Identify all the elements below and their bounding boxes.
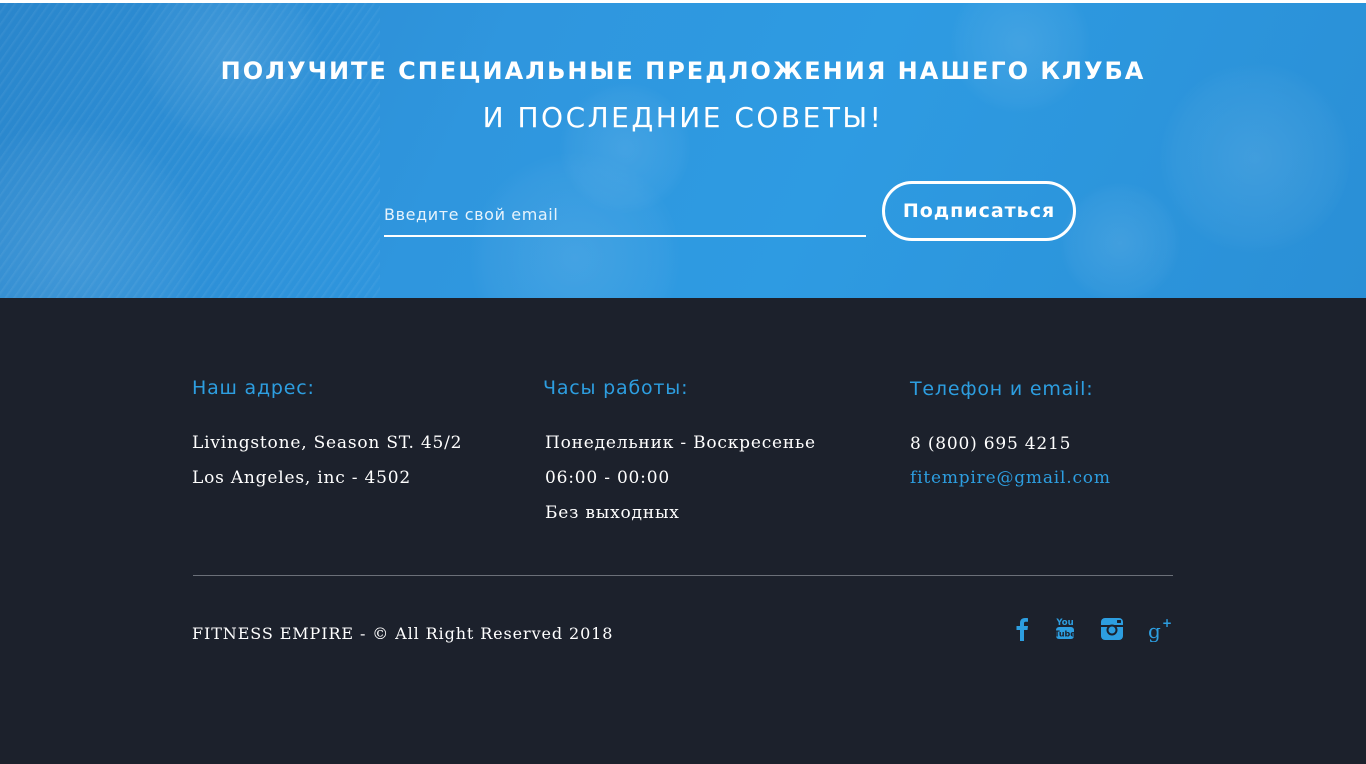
address-title: Наш адрес: <box>192 377 315 399</box>
subscribe-button[interactable]: Подписаться <box>882 181 1076 241</box>
phone-number[interactable]: 8 (800) 695 4215 <box>910 434 1071 454</box>
hours-line: Понедельник - Воскресенье <box>545 433 816 453</box>
copyright-text: FITNESS EMPIRE - © All Right Reserved 20… <box>192 624 614 643</box>
footer-divider <box>193 575 1173 576</box>
hours-title: Часы работы: <box>543 377 689 399</box>
email-link[interactable]: fitempire@gmail.com <box>910 468 1111 488</box>
address-line: Los Angeles, inc - 4502 <box>192 468 411 488</box>
hours-line: Без выходных <box>545 503 680 523</box>
svg-text:g: g <box>1148 619 1161 642</box>
bokeh-circle <box>1060 183 1180 298</box>
newsletter-title: ПОЛУЧИТЕ СПЕЦИАЛЬНЫЕ ПРЕДЛОЖЕНИЯ НАШЕГО … <box>220 57 1146 85</box>
google-plus-icon[interactable]: g + <box>1146 614 1176 644</box>
svg-text:You: You <box>1055 618 1073 628</box>
address-line: Livingstone, Season ST. 45/2 <box>192 433 463 453</box>
email-input[interactable] <box>384 193 866 237</box>
hours-line: 06:00 - 00:00 <box>545 468 670 488</box>
facebook-icon[interactable] <box>1007 614 1037 644</box>
youtube-icon[interactable]: You Tube <box>1050 614 1080 644</box>
instagram-icon[interactable] <box>1097 614 1127 644</box>
newsletter-subtitle: И ПОСЛЕДНИЕ СОВЕТЫ! <box>482 101 884 134</box>
svg-text:Tube: Tube <box>1055 630 1075 639</box>
bokeh-circle <box>1160 63 1350 253</box>
svg-text:+: + <box>1162 616 1172 630</box>
contact-title: Телефон и email: <box>910 378 1094 400</box>
newsletter-banner: ПОЛУЧИТЕ СПЕЦИАЛЬНЫЕ ПРЕДЛОЖЕНИЯ НАШЕГО … <box>0 3 1366 298</box>
